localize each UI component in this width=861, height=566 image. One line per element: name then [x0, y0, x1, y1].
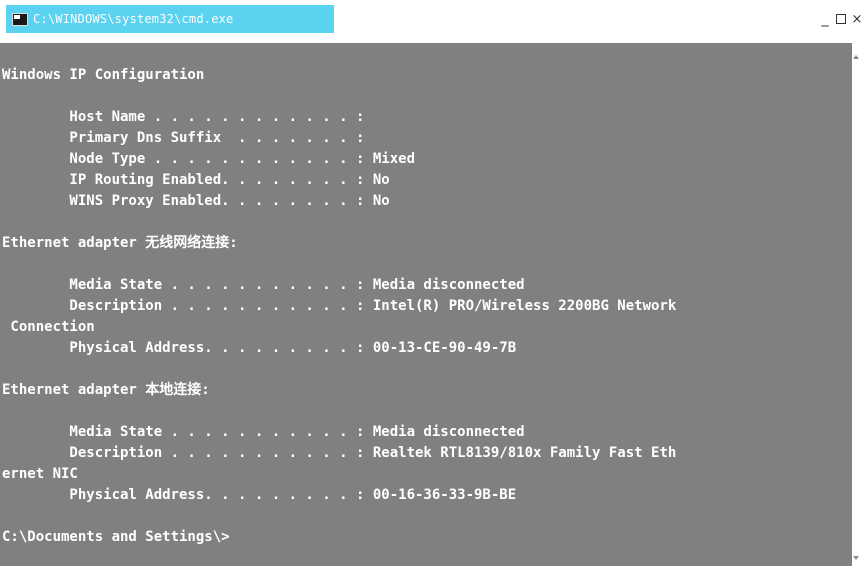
console-line: Connection: [2, 319, 95, 335]
scroll-up-arrow-icon[interactable]: [853, 55, 859, 59]
minimize-button[interactable]: _: [817, 8, 833, 30]
console-line: Ethernet adapter 本地连接:: [2, 382, 210, 398]
console-line: Physical Address. . . . . . . . . : 00-1…: [2, 487, 517, 503]
console-line: Windows IP Configuration: [2, 67, 205, 83]
console-line: Description . . . . . . . . . . . : Inte…: [2, 298, 677, 314]
console-line: Ethernet adapter 无线网络连接:: [2, 235, 238, 251]
console-line: IP Routing Enabled. . . . . . . . : No: [2, 172, 390, 188]
window-title: C:\WINDOWS\system32\cmd.exe: [33, 12, 234, 26]
console-line: Node Type . . . . . . . . . . . . : Mixe…: [2, 151, 416, 167]
console-output-area[interactable]: Windows IP Configuration Host Name . . .…: [0, 43, 852, 566]
console-line: Physical Address. . . . . . . . . : 00-1…: [2, 340, 517, 356]
title-bar[interactable]: C:\WINDOWS\system32\cmd.exe _ ×: [0, 0, 861, 38]
console-line: Media State . . . . . . . . . . . : Medi…: [2, 277, 525, 293]
console-line: Description . . . . . . . . . . . : Real…: [2, 445, 677, 461]
maximize-square-icon: [836, 14, 846, 24]
command-prompt[interactable]: C:\Documents and Settings\>: [2, 527, 852, 548]
cmd-console-icon[interactable]: [12, 12, 28, 26]
close-button[interactable]: ×: [851, 8, 861, 30]
console-line: WINS Proxy Enabled. . . . . . . . : No: [2, 193, 390, 209]
vertical-scrollbar[interactable]: [852, 43, 861, 566]
console-line: Primary Dns Suffix . . . . . . . :: [2, 130, 365, 146]
console-line: ernet NIC: [2, 466, 78, 482]
title-tab[interactable]: C:\WINDOWS\system32\cmd.exe: [6, 5, 334, 33]
console-line: Media State . . . . . . . . . . . : Medi…: [2, 424, 525, 440]
cmd-window: C:\WINDOWS\system32\cmd.exe _ × Windows …: [0, 0, 861, 566]
console-line: Host Name . . . . . . . . . . . . :: [2, 109, 365, 125]
maximize-button[interactable]: [833, 8, 849, 30]
console-text: Windows IP Configuration Host Name . . .…: [0, 43, 852, 548]
scroll-down-arrow-icon[interactable]: [853, 556, 859, 560]
